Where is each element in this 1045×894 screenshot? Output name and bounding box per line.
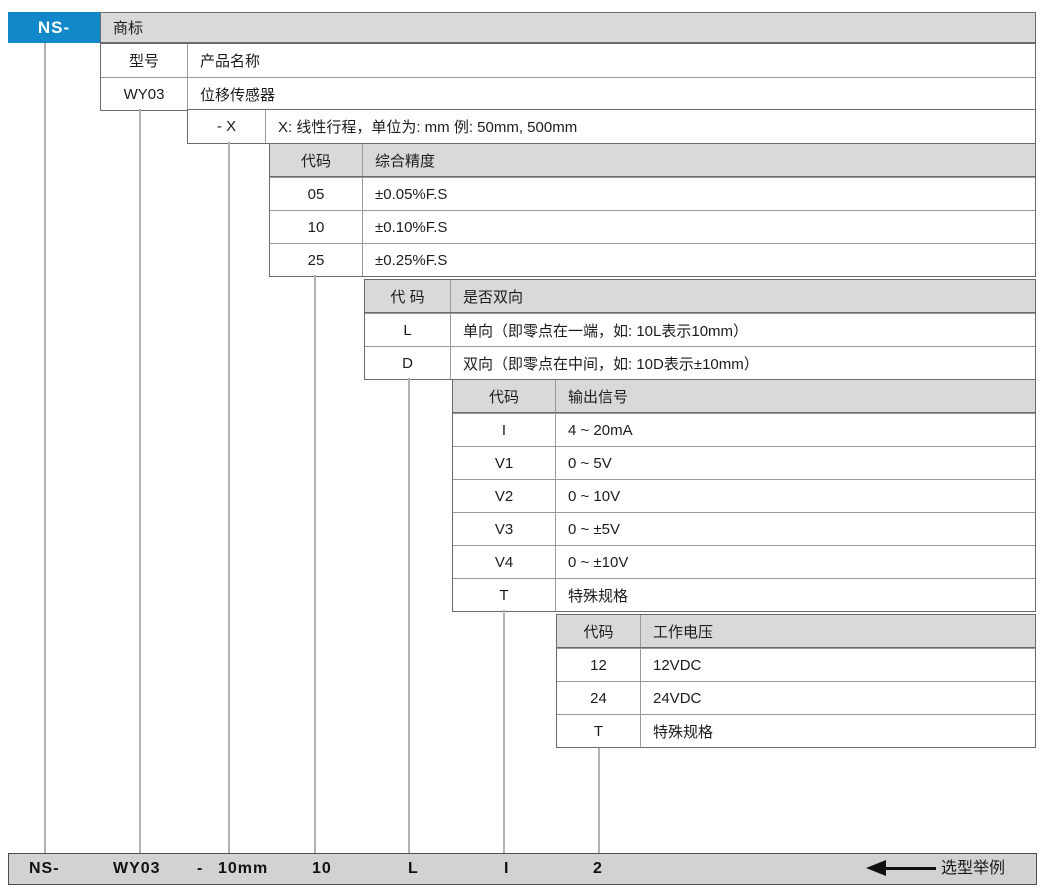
- table-row: - X X: 线性行程，单位为: mm 例: 50mm, 500mm: [188, 110, 1035, 143]
- table-row: D 双向（即零点在中间，如: 10D表示±10mm）: [365, 346, 1035, 379]
- accuracy-header-code: 代码: [270, 144, 363, 176]
- brand-label: 商标: [113, 17, 143, 38]
- table-row: 24 24VDC: [557, 681, 1035, 714]
- output-code: V3: [453, 513, 556, 545]
- voltage-desc: 12VDC: [641, 649, 1035, 681]
- connector-line-output: [503, 610, 505, 853]
- table-row: V3 0 ~ ±5V: [453, 512, 1035, 545]
- model-header-code: 型号: [101, 44, 188, 77]
- stroke-code: - X: [188, 110, 266, 143]
- example-segment: I: [504, 854, 509, 884]
- direction-header-code: 代 码: [365, 280, 451, 312]
- direction-desc: 单向（即零点在一端，如: 10L表示10mm）: [451, 314, 1035, 346]
- direction-code: L: [365, 314, 451, 346]
- connector-line-stroke: [228, 142, 230, 853]
- example-segment: -: [197, 854, 203, 884]
- model-header-desc: 产品名称: [188, 44, 1035, 77]
- table-row: T 特殊规格: [453, 578, 1035, 611]
- table-row: V4 0 ~ ±10V: [453, 545, 1035, 578]
- example-bar-label: 选型举例: [941, 853, 1005, 885]
- table-header-row: 代码 工作电压: [557, 615, 1035, 648]
- direction-header-desc: 是否双向: [451, 280, 1035, 312]
- table-header-row: 代 码 是否双向: [365, 280, 1035, 313]
- voltage-desc: 24VDC: [641, 682, 1035, 714]
- example-segment: NS-: [29, 854, 60, 884]
- output-desc: 4 ~ 20mA: [556, 414, 1035, 446]
- table-row: T 特殊规格: [557, 714, 1035, 747]
- accuracy-code: 10: [270, 211, 363, 243]
- table-row: 型号 产品名称: [101, 44, 1035, 77]
- output-desc: 0 ~ 5V: [556, 447, 1035, 479]
- table-header-row: 代码 输出信号: [453, 380, 1035, 413]
- voltage-header-code: 代码: [557, 615, 641, 647]
- direction-code: D: [365, 347, 451, 379]
- table-row: 10 ±0.10%F.S: [270, 210, 1035, 243]
- table-row: 05 ±0.05%F.S: [270, 177, 1035, 210]
- output-desc: 0 ~ 10V: [556, 480, 1035, 512]
- table-row: V2 0 ~ 10V: [453, 479, 1035, 512]
- accuracy-desc: ±0.05%F.S: [363, 178, 1035, 210]
- stroke-table: - X X: 线性行程，单位为: mm 例: 50mm, 500mm: [187, 109, 1036, 144]
- connector-line-voltage: [598, 748, 600, 853]
- table-row: 12 12VDC: [557, 648, 1035, 681]
- example-segment: 2: [593, 854, 603, 884]
- brand-header-row: 商标: [100, 12, 1036, 43]
- voltage-code: 24: [557, 682, 641, 714]
- direction-desc: 双向（即零点在中间，如: 10D表示±10mm）: [451, 347, 1035, 379]
- voltage-desc: 特殊规格: [641, 715, 1035, 747]
- output-desc: 0 ~ ±5V: [556, 513, 1035, 545]
- accuracy-desc: ±0.10%F.S: [363, 211, 1035, 243]
- voltage-header-desc: 工作电压: [641, 615, 1035, 647]
- voltage-code: T: [557, 715, 641, 747]
- output-code: V4: [453, 546, 556, 578]
- example-segment: 10: [312, 854, 332, 884]
- output-code: V1: [453, 447, 556, 479]
- connector-line-model: [139, 109, 141, 853]
- example-segment: WY03: [113, 854, 161, 884]
- output-code: V2: [453, 480, 556, 512]
- accuracy-code: 25: [270, 244, 363, 276]
- table-row: 25 ±0.25%F.S: [270, 243, 1035, 276]
- connector-line-direction: [408, 378, 410, 853]
- direction-table: 代 码 是否双向 L 单向（即零点在一端，如: 10L表示10mm） D 双向（…: [364, 279, 1036, 380]
- example-segment: 10mm: [218, 854, 268, 884]
- connector-line-prefix: [44, 43, 46, 853]
- example-segment: L: [408, 854, 419, 884]
- output-signal-table: 代码 输出信号 I 4 ~ 20mA V1 0 ~ 5V V2 0 ~ 10V …: [452, 379, 1036, 612]
- model-table: 型号 产品名称 WY03 位移传感器: [100, 43, 1036, 111]
- model-prefix-badge: NS-: [8, 12, 100, 43]
- left-arrow-icon: [866, 860, 886, 876]
- output-header-desc: 输出信号: [556, 380, 1035, 412]
- output-header-code: 代码: [453, 380, 556, 412]
- accuracy-code: 05: [270, 178, 363, 210]
- model-desc: 位移传感器: [188, 78, 1035, 110]
- accuracy-table: 代码 综合精度 05 ±0.05%F.S 10 ±0.10%F.S 25 ±0.…: [269, 143, 1036, 277]
- ordering-code-diagram: NS- 商标 型号 产品名称 WY03 位移传感器 - X X: 线性行程，单位…: [0, 0, 1045, 894]
- model-code: WY03: [101, 78, 188, 110]
- output-desc: 特殊规格: [556, 579, 1035, 611]
- voltage-table: 代码 工作电压 12 12VDC 24 24VDC T 特殊规格: [556, 614, 1036, 748]
- output-code: T: [453, 579, 556, 611]
- left-arrow-tail: [884, 867, 936, 870]
- voltage-code: 12: [557, 649, 641, 681]
- stroke-desc: X: 线性行程，单位为: mm 例: 50mm, 500mm: [266, 110, 1035, 143]
- output-code: I: [453, 414, 556, 446]
- table-row: WY03 位移传感器: [101, 77, 1035, 110]
- connector-line-accuracy: [314, 275, 316, 853]
- table-row: V1 0 ~ 5V: [453, 446, 1035, 479]
- output-desc: 0 ~ ±10V: [556, 546, 1035, 578]
- accuracy-header-desc: 综合精度: [363, 144, 1035, 176]
- accuracy-desc: ±0.25%F.S: [363, 244, 1035, 276]
- table-header-row: 代码 综合精度: [270, 144, 1035, 177]
- table-row: I 4 ~ 20mA: [453, 413, 1035, 446]
- table-row: L 单向（即零点在一端，如: 10L表示10mm）: [365, 313, 1035, 346]
